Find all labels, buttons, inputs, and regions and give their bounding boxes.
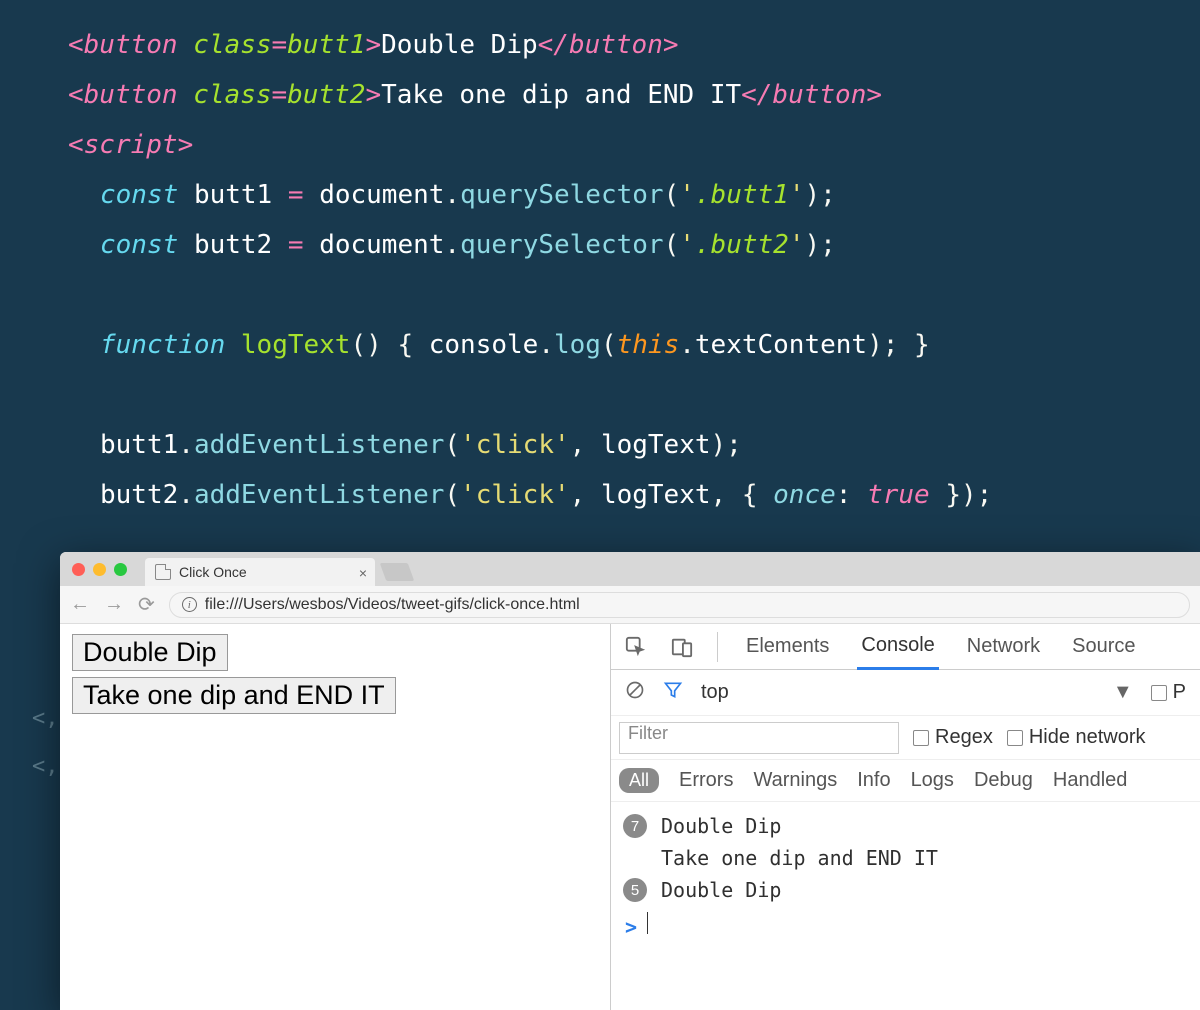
console-entry: Take one dip and END IT — [623, 842, 1188, 874]
hide-network-checkbox[interactable]: Hide network — [1007, 726, 1146, 749]
console-output: 7 Double Dip Take one dip and END IT 5 D… — [611, 802, 1200, 1010]
tab-elements[interactable]: Elements — [742, 625, 833, 668]
code-line: <button class=butt1>Double Dip</button> — [68, 20, 1200, 70]
level-all[interactable]: All — [619, 768, 659, 793]
tab-network[interactable]: Network — [963, 625, 1044, 668]
repeat-count-badge: 5 — [623, 878, 647, 902]
browser-tabbar: Click Once × — [60, 552, 1200, 586]
code-line: const butt2 = document.querySelector('.b… — [68, 220, 1200, 270]
code-line: <button class=butt2>Take one dip and END… — [68, 70, 1200, 120]
close-tab-icon[interactable]: × — [359, 565, 367, 581]
console-filter-row: Filter Regex Hide network — [611, 716, 1200, 760]
forward-button[interactable]: → — [104, 593, 124, 616]
level-errors[interactable]: Errors — [679, 769, 733, 792]
browser-window: Click Once × ← → ⟳ i file:///Users/wesbo… — [60, 552, 1200, 1010]
console-message: Double Dip — [661, 814, 781, 838]
back-button[interactable]: ← — [70, 593, 90, 616]
level-debug[interactable]: Debug — [974, 769, 1033, 792]
level-info[interactable]: Info — [857, 769, 890, 792]
regex-checkbox[interactable]: Regex — [913, 726, 993, 749]
maximize-window-icon[interactable] — [114, 563, 127, 576]
preserve-log-checkbox[interactable]: P — [1151, 681, 1186, 704]
console-toolbar: top ▼ P — [611, 670, 1200, 716]
site-info-icon[interactable]: i — [182, 597, 197, 612]
context-selector[interactable]: top — [701, 681, 729, 704]
code-editor: <button class=butt1>Double Dip</button> … — [0, 0, 1200, 520]
url-field[interactable]: i file:///Users/wesbos/Videos/tweet-gifs… — [169, 592, 1190, 618]
page-icon — [155, 564, 171, 580]
console-message: Double Dip — [661, 878, 781, 902]
window-controls — [72, 563, 127, 576]
code-line: butt2.addEventListener('click', logText,… — [68, 470, 1200, 520]
code-line: <script> — [68, 120, 1200, 170]
tab-console[interactable]: Console — [857, 624, 938, 670]
filter-input[interactable]: Filter — [619, 722, 899, 754]
new-tab-button[interactable] — [380, 563, 415, 581]
context-dropdown-icon[interactable]: ▼ — [1113, 681, 1133, 704]
level-warnings[interactable]: Warnings — [753, 769, 837, 792]
repeat-count-badge: 7 — [623, 814, 647, 838]
minimize-window-icon[interactable] — [93, 563, 106, 576]
code-line — [68, 270, 1200, 320]
code-line — [68, 370, 1200, 420]
clear-console-icon[interactable] — [625, 680, 645, 706]
code-line: function logText() { console.log(this.te… — [68, 320, 1200, 370]
close-window-icon[interactable] — [72, 563, 85, 576]
devtools-tabs: Elements Console Network Source — [611, 624, 1200, 670]
double-dip-button[interactable]: Double Dip — [72, 634, 228, 671]
devtools-panel: Elements Console Network Source top ▼ P … — [610, 624, 1200, 1010]
browser-tab[interactable]: Click Once × — [145, 558, 375, 586]
console-levels: All Errors Warnings Info Logs Debug Hand… — [611, 760, 1200, 802]
take-one-dip-button[interactable]: Take one dip and END IT — [72, 677, 396, 714]
device-toggle-icon[interactable] — [671, 636, 693, 658]
prompt-icon: > — [625, 915, 637, 939]
editor-gutter: <, <, — [32, 695, 59, 791]
tab-sources[interactable]: Source — [1068, 625, 1139, 668]
code-line: const butt1 = document.querySelector('.b… — [68, 170, 1200, 220]
inspect-element-icon[interactable] — [625, 636, 647, 658]
browser-urlbar: ← → ⟳ i file:///Users/wesbos/Videos/twee… — [60, 586, 1200, 624]
level-handled[interactable]: Handled — [1053, 769, 1128, 792]
console-prompt[interactable]: > — [623, 906, 1188, 939]
rendered-page: Double Dip Take one dip and END IT — [60, 624, 610, 1010]
tab-title: Click Once — [179, 564, 247, 580]
console-entry: 7 Double Dip — [623, 810, 1188, 842]
url-text: file:///Users/wesbos/Videos/tweet-gifs/c… — [205, 596, 580, 614]
console-message: Take one dip and END IT — [661, 846, 938, 870]
console-entry: 5 Double Dip — [623, 874, 1188, 906]
reload-button[interactable]: ⟳ — [138, 592, 155, 617]
level-logs[interactable]: Logs — [911, 769, 954, 792]
code-line: butt1.addEventListener('click', logText)… — [68, 420, 1200, 470]
filter-funnel-icon[interactable] — [663, 680, 683, 706]
